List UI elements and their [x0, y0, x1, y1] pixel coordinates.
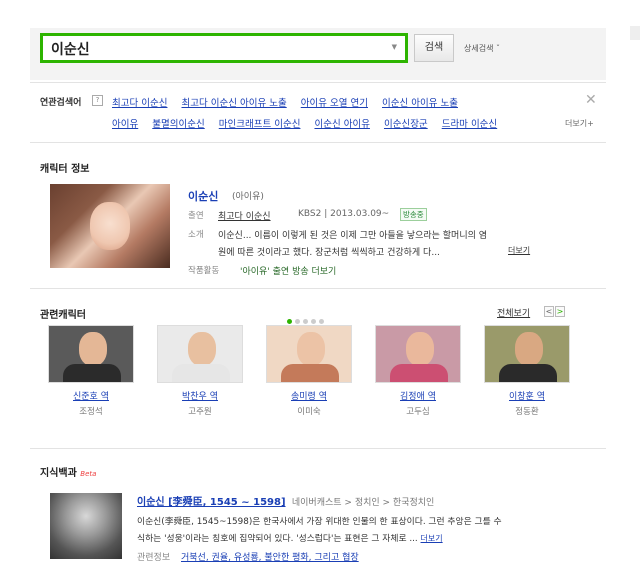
works-label: 작품활동	[188, 266, 220, 276]
actor-body	[172, 364, 230, 382]
intro-line-1: 이순신... 이름이 이렇게 된 것은 이제 그만 아들을 낳으라는 할머니의 …	[218, 231, 488, 241]
encyclopedia-more-link[interactable]: 더보기	[421, 534, 443, 543]
encyclopedia-image[interactable]	[50, 493, 122, 559]
related-search-link[interactable]: 이순신장군	[384, 119, 428, 130]
encyclopedia-meta: 네이버캐스트 > 정치인 > 한국정치인	[291, 498, 435, 508]
actor-photo[interactable]	[48, 325, 134, 383]
works-link[interactable]: '아이유' 출연 방송 더보기	[240, 264, 336, 277]
character-section-title: 캐릭터 정보	[40, 164, 90, 175]
related-character-card[interactable]: 박찬우 역 고주원	[155, 325, 245, 417]
next-arrow-icon[interactable]: >	[555, 306, 565, 317]
actor-body	[499, 364, 557, 382]
actor-name: 이미숙	[297, 407, 321, 417]
character-name[interactable]: 이순신	[188, 188, 218, 204]
header-divider	[30, 82, 606, 83]
appearance-label: 출연	[188, 211, 204, 221]
actor-name: 고주원	[188, 407, 212, 417]
related-more-link[interactable]: 더보기+	[565, 118, 594, 129]
carousel-dot-active[interactable]	[287, 319, 292, 324]
related-search-link[interactable]: 아이유 오열 연기	[301, 98, 368, 109]
actor-photo[interactable]	[484, 325, 570, 383]
actor-name: 고두심	[406, 407, 430, 417]
carousel-dot[interactable]	[311, 319, 316, 324]
actor-photo[interactable]	[266, 325, 352, 383]
beta-badge: Beta	[80, 470, 97, 478]
section-divider	[30, 288, 606, 289]
related-character-card[interactable]: 신준호 역 조정석	[46, 325, 136, 417]
help-icon[interactable]: ?	[92, 95, 103, 106]
encyclopedia-line-2-text: 식하는 '성웅'이라는 칭호에 집약되어 있다. '성스럽다'는 표현은 그 자…	[137, 534, 418, 544]
character-role-link[interactable]: 김정애 역	[373, 389, 463, 402]
carousel-dot[interactable]	[303, 319, 308, 324]
carousel-dot[interactable]	[295, 319, 300, 324]
search-button[interactable]: 검색	[414, 34, 454, 62]
intro-label: 소개	[188, 230, 204, 240]
actor-face	[297, 332, 325, 366]
intro-line-2: 원에 따른 것이라고 했다. 장군처럼 씩씩하고 건강하게 다...	[218, 248, 440, 258]
encyclopedia-title-text: 지식백과	[40, 468, 77, 479]
character-face	[90, 202, 130, 250]
search-bar-area: ▼ 검색 상세검색 ˇ	[30, 28, 606, 80]
carousel-dot[interactable]	[319, 319, 324, 324]
actor-name: 정동환	[515, 407, 539, 417]
character-role-link[interactable]: 이창훈 역	[482, 389, 572, 402]
actor-face	[406, 332, 434, 366]
encyclopedia-title: 지식백과 Beta	[40, 464, 96, 479]
tags-links[interactable]: 거북선, 권율, 유성룡, 불안한 평화, 그리고 협장	[181, 553, 359, 563]
appearance-show-link[interactable]: 최고다 이순신	[218, 209, 271, 222]
actor-body	[281, 364, 339, 382]
encyclopedia-entry-header: 이순신 [李舜臣, 1545 ~ 1598] 네이버캐스트 > 정치인 > 한국…	[137, 493, 434, 508]
character-photo[interactable]	[50, 184, 170, 268]
related-search-link[interactable]: 이순신 아이유	[314, 119, 369, 130]
related-search-link[interactable]: 불멸의이순신	[152, 119, 204, 130]
character-actor: (아이유)	[232, 192, 264, 202]
related-character-card[interactable]: 김정애 역 고두심	[373, 325, 463, 417]
prev-arrow-icon[interactable]: <	[544, 306, 554, 317]
actor-body	[63, 364, 121, 382]
dropdown-arrow-icon[interactable]: ▼	[392, 43, 397, 51]
actor-face	[515, 332, 543, 366]
related-character-card[interactable]: 송미령 역 이미숙	[264, 325, 354, 417]
related-search-link[interactable]: 아이유	[112, 119, 138, 130]
related-character-card[interactable]: 이창훈 역 정동환	[482, 325, 572, 417]
related-search-link[interactable]: 드라마 이순신	[442, 119, 497, 130]
character-role-link[interactable]: 박찬우 역	[155, 389, 245, 402]
intro-more-link[interactable]: 더보기	[508, 245, 530, 256]
related-search-link[interactable]: 마인크래프트 이순신	[219, 119, 301, 130]
actor-face	[79, 332, 107, 366]
actor-body	[390, 364, 448, 382]
related-search-link[interactable]: 최고다 이순신	[112, 98, 167, 109]
close-icon[interactable]: ✕	[585, 92, 597, 108]
encyclopedia-entry-link[interactable]: 이순신 [李舜臣, 1545 ~ 1598]	[137, 497, 286, 508]
search-input[interactable]	[51, 39, 381, 59]
related-searches-label: 연관검색어	[40, 98, 82, 108]
section-divider	[30, 448, 606, 449]
actor-photo[interactable]	[157, 325, 243, 383]
encyclopedia-line-2: 식하는 '성웅'이라는 칭호에 집약되어 있다. '성스럽다'는 표현은 그 자…	[137, 531, 607, 544]
related-search-link[interactable]: 최고다 이순신 아이유 노출	[182, 98, 287, 109]
status-badge: 방송중	[400, 208, 427, 221]
related-characters-title: 관련캐릭터	[40, 310, 86, 321]
tags-label: 관련정보	[137, 553, 171, 563]
appearance-meta: KBS2 | 2013.03.09~	[298, 209, 390, 219]
encyclopedia-tags: 관련정보 거북선, 권율, 유성룡, 불안한 평화, 그리고 협장	[137, 550, 359, 563]
related-search-link[interactable]: 이순신 아이유 노출	[382, 98, 458, 109]
section-divider	[30, 142, 606, 143]
advanced-search-link[interactable]: 상세검색 ˇ	[464, 43, 500, 54]
character-role-link[interactable]: 신준호 역	[46, 389, 136, 402]
related-searches-row-2: 아이유 불멸의이순신 마인크래프트 이순신 이순신 아이유 이순신장군 드라마 …	[112, 116, 508, 130]
encyclopedia-line-1: 이순신(李舜臣, 1545~1598)은 한국사에서 가장 위대한 인물의 한 …	[137, 517, 502, 527]
side-tab	[630, 26, 640, 40]
see-all-link[interactable]: 전체보기	[497, 306, 530, 319]
actor-name: 조정석	[79, 407, 103, 417]
character-role-link[interactable]: 송미령 역	[264, 389, 354, 402]
search-box[interactable]: ▼	[40, 33, 408, 63]
related-searches-row-1: 최고다 이순신 최고다 이순신 아이유 노출 아이유 오열 연기 이순신 아이유…	[112, 95, 469, 109]
actor-face	[188, 332, 216, 366]
actor-photo[interactable]	[375, 325, 461, 383]
